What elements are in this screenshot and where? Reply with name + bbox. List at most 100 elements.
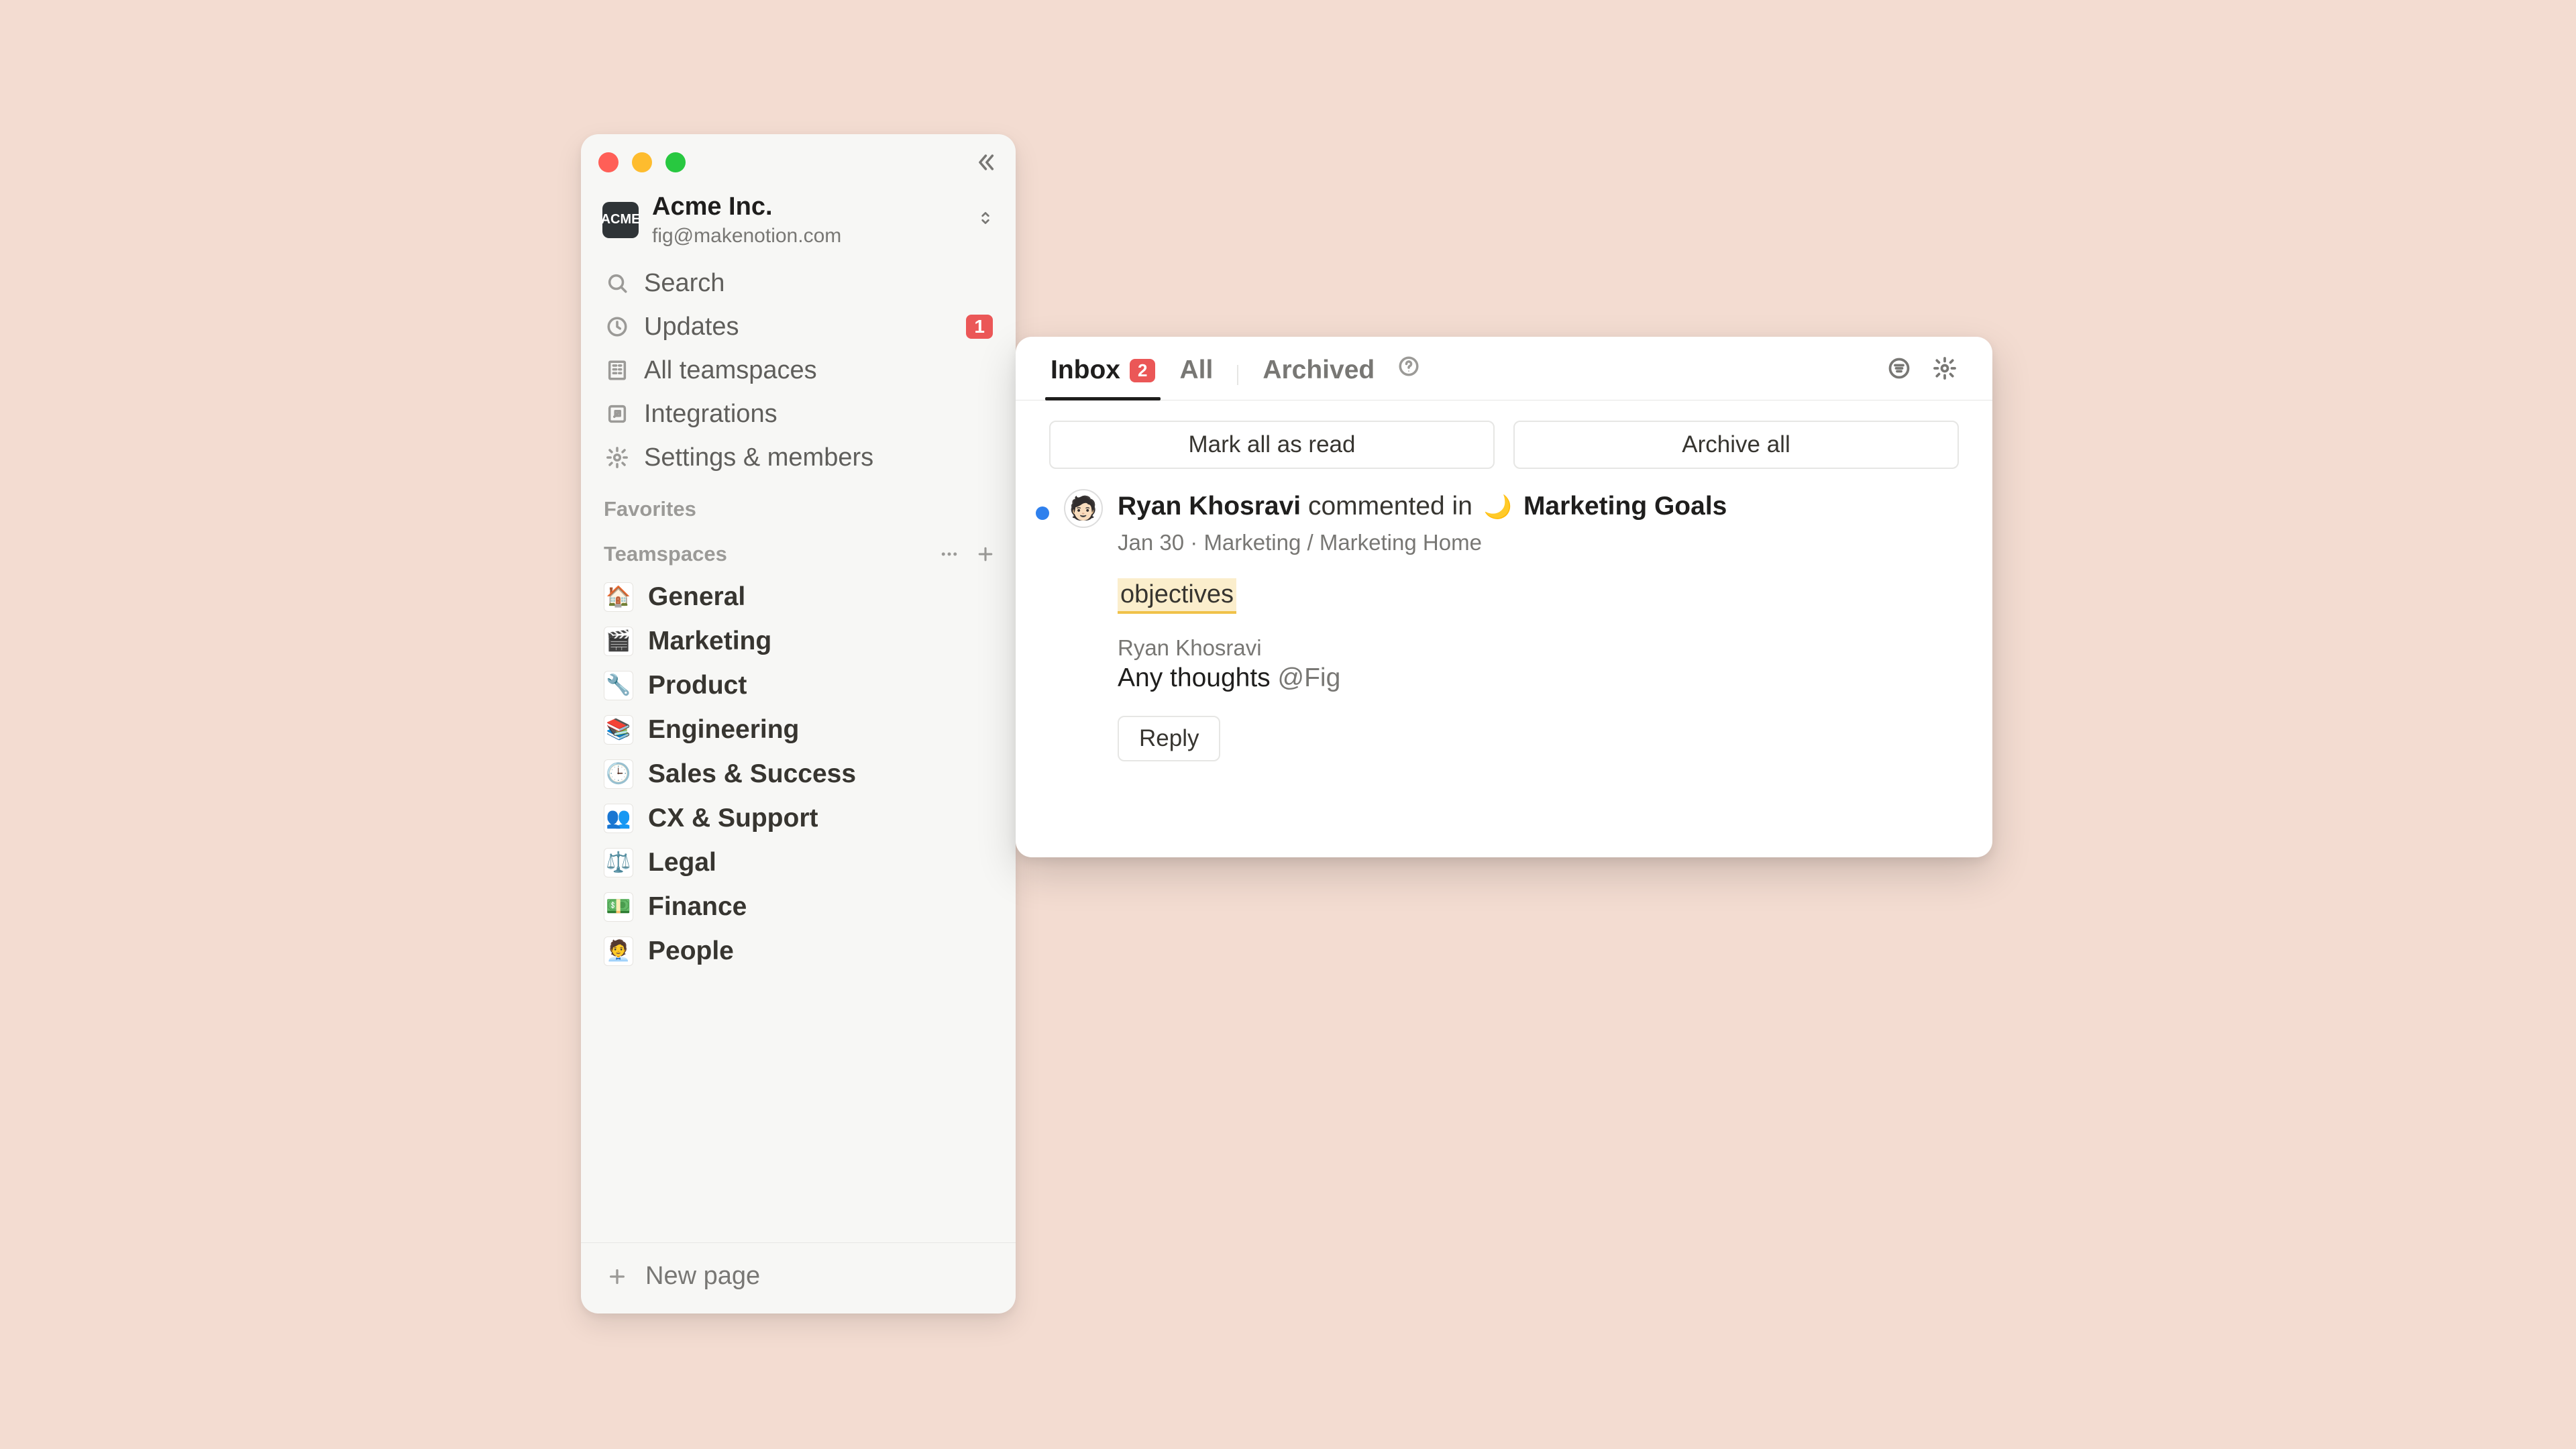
scales-icon: ⚖️	[604, 848, 633, 877]
clapper-icon: 🎬	[604, 627, 633, 656]
teamspaces-icon	[604, 357, 631, 384]
notification-action: commented in	[1308, 492, 1472, 521]
new-page-button[interactable]: New page	[592, 1252, 1005, 1300]
workspace-badge: ACME	[602, 202, 639, 238]
comment-text: Any thoughts @Fig	[1118, 663, 1959, 693]
teamspaces-list: 🏠 General 🎬 Marketing 🔧 Product 📚 Engine…	[581, 575, 1016, 973]
tab-label: All	[1179, 356, 1213, 385]
sidebar-footer: New page	[581, 1242, 1016, 1313]
teamspace-general[interactable]: 🏠 General	[592, 575, 1005, 619]
search-icon	[604, 270, 631, 297]
users-icon: 👥	[604, 804, 633, 833]
mention: @Fig	[1278, 663, 1341, 692]
moon-icon: 🌙	[1484, 494, 1512, 520]
teamspace-label: Marketing	[648, 627, 771, 656]
new-page-label: New page	[645, 1262, 760, 1291]
unread-dot-icon	[1036, 506, 1049, 520]
teamspace-label: Engineering	[648, 715, 799, 745]
nav-label: All teamspaces	[644, 356, 993, 385]
workspace-text: Acme Inc. fig@makenotion.com	[652, 192, 963, 248]
collapse-sidebar-icon[interactable]	[971, 149, 998, 176]
person-icon: 🧑‍💼	[604, 936, 633, 966]
window-traffic-lights	[581, 134, 1016, 182]
workspace-email: fig@makenotion.com	[652, 224, 963, 248]
sidebar-window: ACME Acme Inc. fig@makenotion.com Search	[581, 134, 1016, 1313]
teamspace-label: People	[648, 936, 734, 966]
updates-tab-row: Inbox 2 All Archived	[1016, 337, 1992, 400]
teamspace-legal[interactable]: ⚖️ Legal	[592, 841, 1005, 885]
teamspace-marketing[interactable]: 🎬 Marketing	[592, 619, 1005, 663]
tab-all[interactable]: All	[1178, 349, 1214, 400]
teamspaces-section-header: Teamspaces	[581, 529, 1016, 575]
plus-icon[interactable]	[971, 540, 1000, 568]
notification-body: Ryan Khosravi commented in 🌙 Marketing G…	[1118, 489, 1959, 761]
nav-updates[interactable]: Updates 1	[592, 305, 1005, 349]
reply-button[interactable]: Reply	[1118, 716, 1220, 761]
nav-search[interactable]: Search	[592, 262, 1005, 305]
teamspace-label: Sales & Success	[648, 759, 856, 789]
nav-label: Settings & members	[644, 443, 993, 472]
arrow-out-icon	[604, 400, 631, 427]
tab-label: Inbox	[1051, 356, 1120, 385]
teamspace-sales-success[interactable]: 🕒 Sales & Success	[592, 752, 1005, 796]
nav-all-teamspaces[interactable]: All teamspaces	[592, 349, 1005, 392]
help-icon[interactable]	[1397, 355, 1420, 381]
tab-label: Archived	[1263, 356, 1375, 385]
teamspace-label: Product	[648, 671, 747, 700]
nav-label: Integrations	[644, 400, 993, 429]
wrench-icon: 🔧	[604, 671, 633, 700]
teamspace-label: Finance	[648, 892, 747, 922]
workspace-name: Acme Inc.	[652, 192, 963, 223]
gear-icon	[604, 444, 631, 471]
chevron-up-down-icon[interactable]	[977, 209, 994, 230]
nav-settings-members[interactable]: Settings & members	[592, 436, 1005, 480]
nav-label: Updates	[644, 313, 953, 341]
bulk-actions: Mark all as read Archive all	[1016, 400, 1992, 489]
teamspace-cx-support[interactable]: 👥 CX & Support	[592, 796, 1005, 841]
banknote-icon: 💵	[604, 892, 633, 922]
inbox-badge: 2	[1130, 359, 1155, 382]
teamspace-label: Legal	[648, 848, 716, 877]
more-icon[interactable]	[935, 540, 963, 568]
comment-author: Ryan Khosravi	[1118, 635, 1959, 661]
archive-all-button[interactable]: Archive all	[1513, 421, 1959, 469]
updates-badge: 1	[966, 315, 993, 339]
filter-icon[interactable]	[1885, 354, 1913, 382]
notification-meta: Jan 30 · Marketing / Marketing Home	[1118, 530, 1959, 555]
teamspace-finance[interactable]: 💵 Finance	[592, 885, 1005, 929]
notification-comment: Ryan Khosravi Any thoughts @Fig	[1118, 635, 1959, 693]
teamspace-product[interactable]: 🔧 Product	[592, 663, 1005, 708]
notification-item[interactable]: 🧑🏻 Ryan Khosravi commented in 🌙 Marketin…	[1016, 489, 1992, 782]
notification-actor: Ryan Khosravi	[1118, 492, 1301, 521]
notification-page: Marketing Goals	[1523, 492, 1727, 521]
window-zoom-button[interactable]	[665, 152, 686, 172]
avatar: 🧑🏻	[1064, 489, 1103, 528]
teamspaces-section-label[interactable]: Teamspaces	[604, 542, 927, 566]
updates-panel: Inbox 2 All Archived	[1016, 337, 1992, 857]
tab-inbox[interactable]: Inbox 2	[1049, 349, 1157, 400]
notification-breadcrumb: Marketing / Marketing Home	[1203, 530, 1481, 555]
notification-excerpt: objectives	[1118, 578, 1236, 614]
teamspace-label: General	[648, 582, 745, 612]
plus-icon	[604, 1263, 631, 1290]
tab-separator	[1237, 365, 1238, 385]
tab-archived[interactable]: Archived	[1261, 349, 1376, 400]
clock-icon	[604, 313, 631, 340]
nav: Search Updates 1 All teamspaces Integra	[581, 262, 1016, 480]
stack-icon: 📚	[604, 715, 633, 745]
notification-title: Ryan Khosravi commented in 🌙 Marketing G…	[1118, 489, 1959, 525]
nav-label: Search	[644, 269, 993, 298]
mark-all-read-button[interactable]: Mark all as read	[1049, 421, 1495, 469]
window-minimize-button[interactable]	[632, 152, 652, 172]
gear-icon[interactable]	[1931, 354, 1959, 382]
nav-integrations[interactable]: Integrations	[592, 392, 1005, 436]
teamspace-people[interactable]: 🧑‍💼 People	[592, 929, 1005, 973]
window-close-button[interactable]	[598, 152, 619, 172]
workspace-switcher[interactable]: ACME Acme Inc. fig@makenotion.com	[581, 182, 1016, 262]
panel-actions	[1885, 354, 1959, 382]
history-icon: 🕒	[604, 759, 633, 789]
notification-date: Jan 30	[1118, 530, 1184, 555]
home-icon: 🏠	[604, 582, 633, 612]
favorites-section-label[interactable]: Favorites	[581, 480, 1016, 529]
teamspace-engineering[interactable]: 📚 Engineering	[592, 708, 1005, 752]
